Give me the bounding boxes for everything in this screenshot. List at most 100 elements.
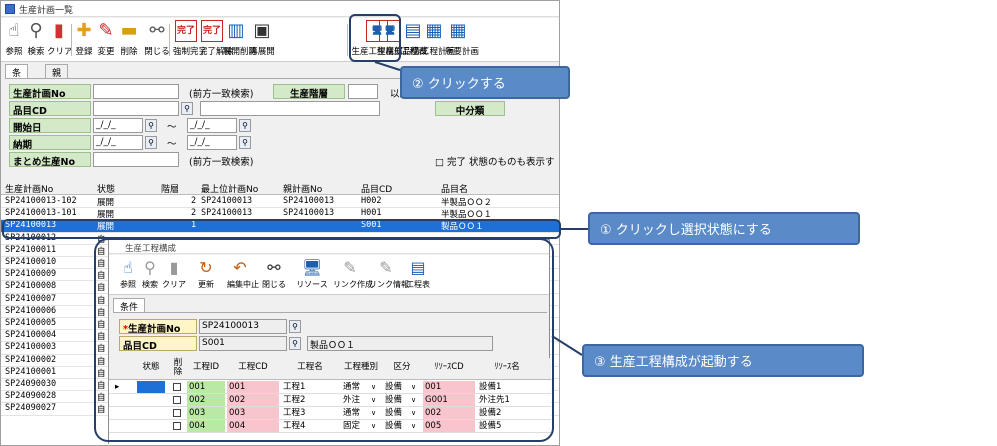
calendar-icon[interactable]: ⚲: [145, 119, 157, 132]
search-icon: ⚲: [29, 20, 43, 41]
highlight-child-window: [94, 238, 554, 442]
level-label: 生産階層: [273, 84, 345, 100]
start-date-to[interactable]: _/_/_: [187, 118, 237, 133]
table-cell: SP24100011: [5, 244, 57, 255]
start-date-from[interactable]: _/_/_: [93, 118, 143, 133]
re-expand-label: 再展開: [249, 47, 275, 57]
highlight-selected-row: [2, 219, 561, 239]
callout-click: ② クリックする: [400, 66, 570, 99]
modify-button[interactable]: ✎ 変更: [95, 20, 117, 60]
grid-header-cell[interactable]: 階層: [161, 182, 179, 195]
ref-button[interactable]: ☝ 参照: [3, 20, 25, 60]
modify-label: 変更: [97, 47, 115, 57]
register-button[interactable]: ✚ 登録: [73, 20, 95, 60]
level-input[interactable]: [348, 84, 378, 99]
due-date-to[interactable]: _/_/_: [187, 135, 237, 150]
grid-header-cell[interactable]: 最上位計画No: [201, 182, 258, 195]
table-cell: SP24100013-102: [5, 196, 77, 206]
register-label: 登録: [75, 47, 93, 57]
window-title: 生産計画一覧: [19, 6, 74, 16]
due-date-label: 納期: [9, 135, 91, 151]
expand-delete-button[interactable]: ▥ 展開削除: [223, 20, 258, 60]
clear-label: クリア: [47, 47, 73, 57]
summary-hint: (前方一致検索): [189, 157, 254, 168]
start-date-label: 開始日: [9, 118, 91, 134]
expand-delete-label: 展開削除: [223, 47, 258, 57]
process-plan-label: 工程計画: [421, 47, 456, 57]
modify-icon: ✎: [98, 20, 114, 41]
summary-no-input[interactable]: [93, 152, 179, 167]
table-cell: H001: [361, 208, 382, 219]
close-icon: ⚯: [149, 20, 165, 41]
grid-header-cell[interactable]: 親計画No: [283, 182, 322, 195]
item-cd-input[interactable]: [93, 101, 179, 116]
ref-label: 参照: [5, 47, 23, 57]
table-cell: SP24100004: [5, 330, 57, 341]
table-cell: 半製品ＯＯ２: [441, 198, 493, 208]
search-button[interactable]: ⚲ 検索: [25, 20, 47, 60]
plan-no-label: 生産計画No: [9, 84, 91, 100]
table-cell: 2: [191, 208, 197, 219]
process-plan-button[interactable]: ▦ 工程計画: [421, 20, 456, 60]
table-cell: SP24100013: [283, 208, 335, 219]
force-complete-button[interactable]: 完了 強制完了: [173, 20, 208, 60]
grid-header-cell[interactable]: 品目名: [441, 182, 468, 195]
table-cell: SP24100003: [5, 342, 57, 353]
clear-icon: ▮: [54, 20, 64, 41]
delete-label: 削除: [120, 47, 138, 57]
table-cell: SP24100013-101: [5, 208, 77, 219]
required-plan-button[interactable]: ▦ 所要計画: [445, 20, 480, 60]
tab-conditions[interactable]: 条件: [5, 64, 29, 92]
app-icon: [5, 4, 15, 14]
range-tilde: ～: [167, 122, 177, 133]
table-cell: SP24100013: [201, 196, 253, 206]
highlight-production-structure-button: [349, 14, 401, 62]
required-plan-icon: ▦: [449, 20, 467, 41]
grid-header-cell[interactable]: 生産計画No: [5, 182, 53, 195]
callout-window-opens: ③ 生産工程構成が起動する: [582, 344, 864, 377]
table-cell: SP24100013: [283, 196, 335, 206]
calendar-icon[interactable]: ⚲: [239, 119, 251, 132]
tab-parent-child[interactable]: 親子: [45, 64, 69, 92]
table-cell: SP24100002: [5, 354, 57, 365]
category-label: 中分類: [435, 101, 505, 117]
due-date-from[interactable]: _/_/_: [93, 135, 143, 150]
delete-button[interactable]: ▬ 削除: [117, 20, 141, 60]
register-icon: ✚: [76, 20, 92, 41]
summary-no-label: まとめ生産No: [9, 152, 91, 168]
item-search-icon[interactable]: ⚲: [181, 102, 193, 115]
cancel-complete-button[interactable]: 完了 完了解除: [199, 20, 234, 60]
cancel-complete-label: 完了解除: [199, 47, 234, 57]
clear-button[interactable]: ▮ クリア: [47, 20, 73, 60]
plan-no-input[interactable]: [93, 84, 179, 99]
callout-select-row: ① クリックし選択状態にする: [588, 212, 860, 245]
title-bar: 生産計画一覧: [1, 1, 559, 17]
table-cell: SP24100010: [5, 257, 57, 267]
plan-no-hint: (前方一致検索): [189, 89, 254, 100]
toolbar-separator: [169, 24, 170, 56]
expand-delete-icon: ▥: [227, 20, 245, 41]
delete-icon: ▬: [120, 20, 138, 41]
table-cell: H002: [361, 196, 382, 206]
table-cell: SP24100008: [5, 281, 57, 292]
table-cell: 展開: [97, 198, 115, 208]
grid-header-cell[interactable]: 状態: [97, 182, 115, 195]
required-plan-label: 所要計画: [445, 47, 480, 57]
grid-header-cell[interactable]: 品目CD: [361, 182, 392, 195]
search-label: 検索: [27, 47, 45, 57]
calendar-icon[interactable]: ⚲: [145, 136, 157, 149]
re-expand-button[interactable]: ▣ 再展開: [249, 20, 275, 60]
force-complete-icon: 完了: [175, 20, 197, 42]
range-tilde: ～: [167, 139, 177, 150]
table-row[interactable]: SP24100013-102 展開 2 SP24100013 SP24100013 H00…: [1, 196, 559, 209]
calendar-icon[interactable]: ⚲: [239, 136, 251, 149]
grid-header: 生産計画No 状態 階層 最上位計画No 親計画No 品目CD 品目名: [1, 181, 559, 195]
force-complete-label: 強制完了: [173, 47, 208, 57]
table-cell: SP24100009: [5, 269, 57, 280]
main-toolbar: ☝ 参照 ⚲ 検索 ▮ クリア ✚ 登録 ✎ 変更 ▬ 削除 ⚯ 閉じる 完了 強制完了 完了 完了解除 ▥ 展開削除…: [1, 18, 559, 62]
show-completed-checkbox[interactable]: □ 完了 状態のものも表示す: [435, 154, 555, 168]
table-cell: 2: [191, 196, 197, 206]
item-name-input[interactable]: [200, 101, 380, 116]
cancel-complete-icon: 完了: [201, 20, 223, 42]
table-cell: SP24100013: [201, 208, 253, 219]
